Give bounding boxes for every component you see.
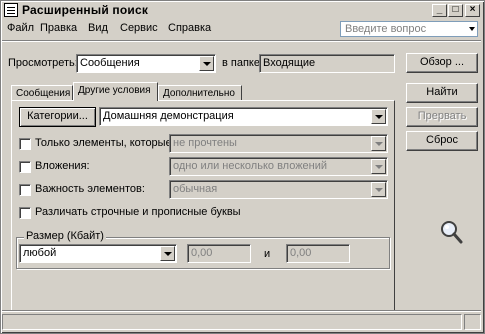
window-title: Расширенный поиск (22, 3, 149, 17)
only-items-value: не прочтены (173, 137, 237, 149)
size-from-field[interactable]: 0,00 (187, 244, 251, 263)
attachments-label: Вложения: (35, 160, 90, 172)
maximize-icon: □ (452, 4, 459, 15)
tab-advanced[interactable]: Дополнительно (158, 85, 242, 101)
tab-more-choices[interactable]: Другие условия (73, 82, 158, 101)
folder-field: Входящие (259, 54, 395, 73)
chevron-down-icon[interactable] (371, 182, 386, 197)
importance-checkbox[interactable] (19, 184, 31, 196)
look-for-value: Сообщения (80, 57, 140, 69)
only-items-label: Только элементы, которые: (35, 137, 175, 149)
close-button[interactable]: × (465, 4, 480, 17)
menu-edit[interactable]: Правка (40, 22, 77, 34)
menu-tools[interactable]: Сервис (120, 22, 158, 34)
tab-messages[interactable]: Сообщения (11, 85, 73, 101)
size-and-label: и (264, 248, 271, 260)
chevron-down-icon[interactable] (199, 56, 214, 71)
menu-file[interactable]: Файл (7, 22, 34, 34)
menu-view[interactable]: Вид (88, 22, 108, 34)
find-now-button[interactable]: Найти (406, 83, 478, 103)
attachments-checkbox[interactable] (19, 161, 31, 173)
maximize-button[interactable]: □ (448, 4, 463, 17)
look-for-select[interactable]: Сообщения (76, 54, 216, 73)
size-group-label: Размер (Кбайт) (24, 230, 106, 242)
attachments-value: одно или несколько вложений (173, 160, 328, 172)
chevron-down-icon[interactable] (160, 246, 175, 261)
browse-button[interactable]: Обзор ... (406, 53, 478, 73)
size-mode-value: любой (23, 247, 57, 259)
importance-value: обычная (173, 183, 218, 195)
importance-select[interactable]: обычная (169, 180, 388, 199)
size-to-field[interactable]: 0,00 (286, 244, 350, 263)
only-items-select[interactable]: не прочтены (169, 134, 388, 153)
look-label: Просмотреть: (8, 57, 78, 69)
status-cell-main (2, 314, 462, 330)
stop-button[interactable]: Прервать (406, 107, 478, 127)
size-to-value: 0,00 (290, 247, 312, 259)
title-bar: Расширенный поиск _ □ × (2, 2, 481, 19)
attachments-select[interactable]: одно или несколько вложений (169, 157, 388, 176)
close-icon: × (469, 4, 476, 15)
search-window-icon (4, 3, 18, 17)
match-case-checkbox[interactable] (19, 207, 31, 219)
minimize-button[interactable]: _ (432, 4, 447, 17)
menu-help[interactable]: Справка (168, 22, 211, 34)
minimize-icon: _ (436, 4, 443, 15)
magnifier-icon (441, 221, 463, 244)
importance-label: Важность элементов: (35, 183, 145, 195)
categories-value: Домашняя демонстрация (103, 110, 234, 122)
status-bar (2, 312, 481, 330)
categories-button[interactable]: Категории... (19, 107, 96, 127)
new-search-button[interactable]: Сброс (406, 131, 478, 151)
categories-select[interactable]: Домашняя демонстрация (99, 107, 388, 126)
ask-question-input[interactable]: Введите вопрос (340, 21, 478, 37)
match-case-label: Различать строчные и прописные буквы (35, 206, 241, 218)
size-mode-select[interactable]: любой (19, 244, 177, 263)
size-from-value: 0,00 (191, 247, 213, 259)
chevron-down-icon[interactable] (371, 109, 386, 124)
size-grip[interactable] (464, 314, 481, 330)
menu-separator (2, 40, 481, 42)
only-items-checkbox[interactable] (19, 138, 31, 150)
folder-value: Входящие (263, 57, 316, 69)
chevron-down-icon[interactable] (371, 136, 386, 151)
chevron-down-icon[interactable] (371, 159, 386, 174)
ask-question-placeholder: Введите вопрос (345, 23, 427, 35)
in-folder-label: в папке: (222, 57, 264, 69)
chevron-down-icon[interactable] (469, 27, 475, 31)
